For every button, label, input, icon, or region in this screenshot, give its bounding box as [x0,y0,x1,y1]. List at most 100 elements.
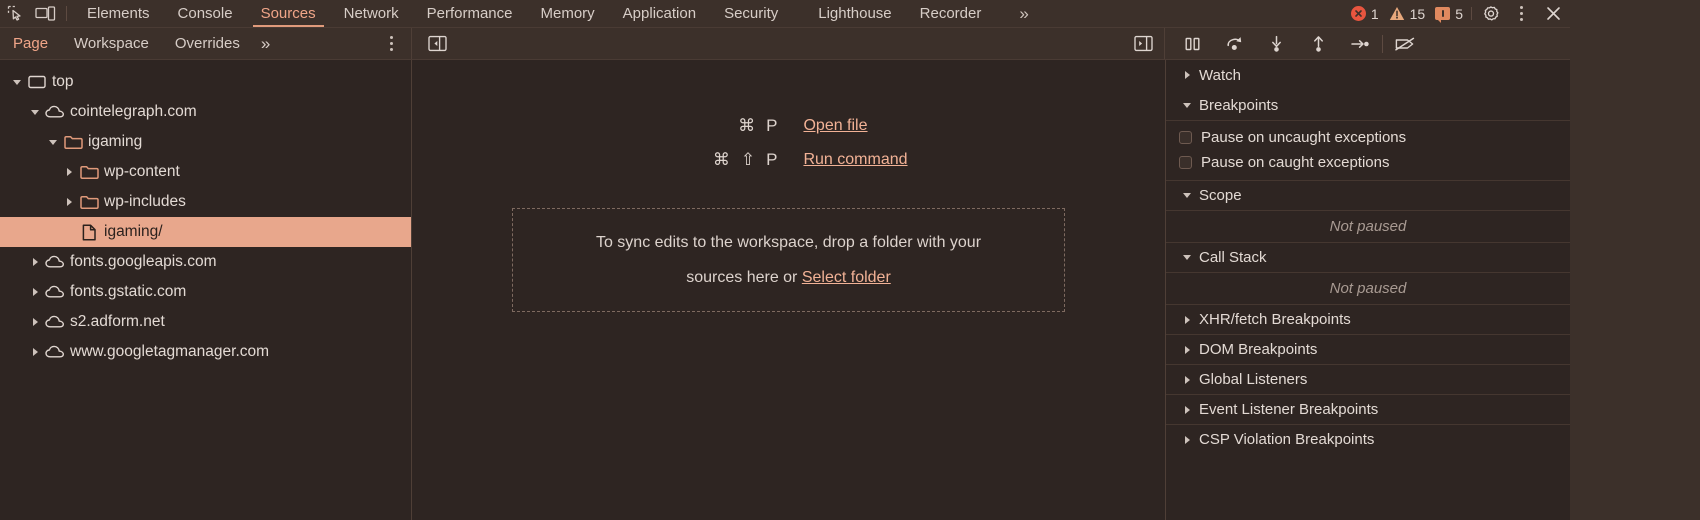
sub-tab-workspace[interactable]: Workspace [61,28,162,59]
tab-lighthouse[interactable]: Lighthouse [792,0,905,27]
document-icon [76,224,102,241]
chevron-down-icon[interactable] [10,79,24,85]
tree-item-fonts-gstatic[interactable]: fonts.gstatic.com [0,277,411,307]
chevron-right-icon[interactable] [1179,435,1195,444]
chevron-down-icon[interactable] [1179,102,1195,108]
tree-item-top[interactable]: top [0,67,411,97]
sub-tab-overrides[interactable]: Overrides [162,28,253,59]
pause-on-uncaught-exceptions-row[interactable]: Pause on uncaught exceptions [1166,125,1570,150]
command-key: ⌘ [738,116,756,135]
chevron-right-icon[interactable] [28,258,42,266]
pause-on-uncaught-exceptions-checkbox[interactable] [1179,131,1192,144]
device-toolbar-icon[interactable] [30,0,60,27]
section-csp-violation-breakpoints[interactable]: CSP Violation Breakpoints [1166,424,1570,454]
tab-recorder[interactable]: Recorder [906,0,996,27]
tab-security[interactable]: Security [710,0,792,27]
info-counter[interactable]: 5 [1435,6,1463,23]
section-call-stack[interactable]: Call Stack [1166,242,1570,272]
call-stack-status: Not paused [1166,272,1570,304]
step-over-next-function-call-button[interactable] [1217,28,1251,60]
tree-item-cointelegraph[interactable]: cointelegraph.com [0,97,411,127]
step-into-next-function-call-button[interactable] [1259,28,1293,60]
section-scope[interactable]: Scope [1166,180,1570,210]
section-dom-breakpoints[interactable]: DOM Breakpoints [1166,334,1570,364]
inspect-element-icon[interactable] [0,0,30,27]
warning-counter[interactable]: 15 [1389,6,1425,22]
section-global-listeners[interactable]: Global Listeners [1166,364,1570,394]
tree-item-s2-adform[interactable]: s2.adform.net [0,307,411,337]
tab-label: Network [343,5,399,22]
error-counter[interactable]: 1 [1350,6,1379,22]
tree-item-label: www.googletagmanager.com [70,343,270,360]
tab-console[interactable]: Console [164,0,247,27]
chevron-right-icon[interactable] [1179,71,1195,79]
pause-script-execution-button[interactable] [1175,28,1209,60]
tree-item-label: fonts.googleapis.com [70,253,217,270]
collapse-navigator-icon[interactable] [420,28,454,60]
step-out-of-current-function-button[interactable] [1301,28,1335,60]
tab-sources[interactable]: Sources [247,0,330,27]
cloud-icon [42,345,68,359]
section-title: CSP Violation Breakpoints [1199,431,1375,448]
tab-performance[interactable]: Performance [413,0,527,27]
pause-on-caught-exceptions-checkbox[interactable] [1179,156,1192,169]
tree-item-fonts-googleapis[interactable]: fonts.googleapis.com [0,247,411,277]
chevron-down-icon[interactable] [28,109,42,115]
cloud-icon [42,105,68,119]
tab-label: Lighthouse [818,5,892,22]
tab-memory[interactable]: Memory [527,0,609,27]
navigator-toolbar-spacer [277,28,371,59]
chevron-right-icon[interactable] [28,348,42,356]
chevron-down-icon[interactable] [1179,193,1195,198]
tree-item-googletagmanager[interactable]: www.googletagmanager.com [0,337,411,367]
select-folder-link[interactable]: Select folder [802,269,891,286]
panel-tabs: Elements Console Sources Network Perform… [73,0,995,27]
editor-toolbar [412,28,1165,59]
warning-icon [1389,6,1405,21]
tab-label: Security [724,5,779,22]
chevron-right-icon[interactable] [62,198,76,206]
section-event-listener-breakpoints[interactable]: Event Listener Breakpoints [1166,394,1570,424]
gear-icon[interactable] [1476,0,1506,27]
open-file-link[interactable]: Open file [803,117,867,135]
chevron-right-icon[interactable] [62,168,76,176]
more-tabs-button[interactable]: » [995,0,1039,27]
tab-application[interactable]: Application [609,0,710,27]
section-xhr-fetch-breakpoints[interactable]: XHR/fetch Breakpoints [1166,304,1570,334]
step-button[interactable] [1343,28,1377,60]
expand-debugger-icon[interactable] [1126,28,1160,60]
chevron-down-icon[interactable] [1179,255,1195,260]
deactivate-breakpoints-button[interactable] [1388,28,1422,60]
chevron-right-icon[interactable] [1179,375,1195,384]
tree-item-label: s2.adform.net [70,313,165,330]
tree-item-igaming-folder[interactable]: igaming [0,127,411,157]
chevron-right-icon[interactable] [1179,345,1195,354]
close-icon[interactable] [1536,0,1570,27]
chevron-right-icon[interactable] [1179,405,1195,414]
section-title: Scope [1199,187,1242,204]
chevron-right-icon[interactable] [28,318,42,326]
section-breakpoints[interactable]: Breakpoints [1166,90,1570,120]
workspace-dropzone[interactable]: To sync edits to the workspace, drop a f… [512,208,1065,312]
section-title: Breakpoints [1199,96,1279,114]
tree-item-wp-includes[interactable]: wp-includes [0,187,411,217]
sub-tab-label: Workspace [74,35,149,52]
more-sub-tabs-button[interactable]: » [253,28,277,59]
chevron-right-icon[interactable] [28,288,42,296]
tab-network[interactable]: Network [330,0,413,27]
section-title: Event Listener Breakpoints [1199,401,1379,418]
chevron-down-icon[interactable] [46,139,60,145]
pause-on-caught-exceptions-row[interactable]: Pause on caught exceptions [1166,150,1570,175]
run-command-link[interactable]: Run command [803,151,907,169]
chevron-right-icon[interactable] [1179,315,1195,324]
sub-tab-page[interactable]: Page [0,28,61,59]
tab-elements[interactable]: Elements [73,0,164,27]
shortcut-keys: ⌘ P [669,116,777,136]
navigator-kebab-menu-icon[interactable] [371,28,411,59]
tree-item-igaming-document[interactable]: igaming/ [0,217,411,247]
kebab-menu-icon[interactable] [1506,0,1536,27]
section-watch[interactable]: Watch [1166,60,1570,90]
shortcut-run-command: ⌘ ⇧ P Run command [669,150,908,170]
tree-item-label: fonts.gstatic.com [70,283,187,300]
tree-item-wp-content[interactable]: wp-content [0,157,411,187]
